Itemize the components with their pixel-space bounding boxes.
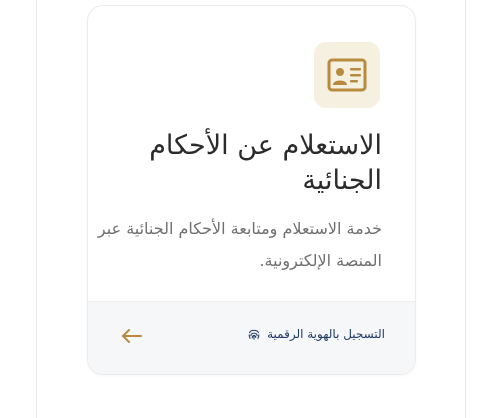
- service-description: خدمة الاستعلام ومتابعة الأحكام الجنائية …: [97, 219, 382, 270]
- digital-id-signin-label: التسجيل بالهوية الرقمية: [267, 327, 385, 341]
- service-card-footer: التسجيل بالهوية الرقمية: [88, 301, 415, 374]
- arrow-left-icon: [122, 329, 142, 343]
- id-card-icon: [327, 58, 367, 92]
- digital-id-signin-link[interactable]: التسجيل بالهوية الرقمية: [247, 327, 385, 341]
- service-icon-tile: [314, 42, 380, 108]
- service-card-body: الاستعلام عن الأحكام الجنائية خدمة الاست…: [88, 6, 415, 304]
- fingerprint-icon: [248, 329, 260, 340]
- service-title: الاستعلام عن الأحكام الجنائية: [149, 130, 382, 196]
- service-card[interactable]: الاستعلام عن الأحكام الجنائية خدمة الاست…: [87, 5, 416, 375]
- go-arrow-button[interactable]: [118, 324, 146, 348]
